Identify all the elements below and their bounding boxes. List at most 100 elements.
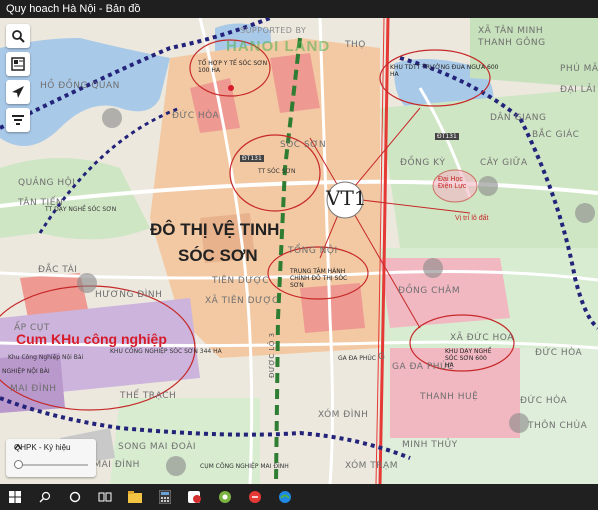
windows-taskbar	[0, 484, 598, 510]
filter-tool-button[interactable]	[6, 108, 30, 132]
label-mai-dinh: MAI ĐÌNH	[10, 384, 57, 394]
cortana-button[interactable]	[60, 484, 90, 510]
opacity-slider-handle[interactable]	[14, 460, 23, 469]
overlay-vt1: VT1	[326, 186, 367, 210]
poi-marker-3	[423, 258, 443, 278]
label-kcn-soc-son: KHU CÔNG NGHIỆP SÓC SƠN 344 HA	[110, 348, 222, 355]
edge-icon	[279, 491, 291, 503]
task-view-button[interactable]	[90, 484, 120, 510]
label-dan-giang: DÂN GIANG	[490, 113, 547, 123]
taskbar-search-button[interactable]	[30, 484, 60, 510]
label-dai-hoc-dien-luc: Đại Học Điện Lực	[438, 176, 467, 190]
label-nghiep-noi-bai: NGHIỆP NỘI BÀI	[2, 368, 50, 375]
overlay-soc-son: SÓC SƠN	[178, 246, 258, 265]
label-minh-thuy: MINH THỦY	[402, 440, 458, 450]
industrial-zone-dark	[0, 353, 65, 413]
label-duoc-lo-3: ĐƯỢC LỘ 3	[268, 332, 276, 378]
app-green-icon	[219, 491, 231, 503]
hanoi-land-watermark: HANOI LAND	[226, 38, 331, 55]
window-title: Quy hoach Hà Nội - Bản đồ	[6, 3, 141, 15]
label-dong-cham: ĐỒNG CHÂM	[398, 286, 461, 296]
map-canvas[interactable]: SUPPORTED BY HANOI LAND HỒ ĐỒNG QUAN ĐỨC…	[0, 18, 598, 484]
label-cay-giua: CÂY GIỮA	[480, 158, 528, 168]
label-thon-chua: THÔN CHÙA	[528, 421, 588, 431]
poi-marker-2	[478, 176, 498, 196]
label-tt-day-nghe: TT DẠY NGHỀ SÓC SƠN	[45, 206, 117, 213]
poi-marker-6	[509, 413, 529, 433]
start-button[interactable]	[0, 484, 30, 510]
label-road-dt131: ĐT131	[240, 155, 264, 162]
label-song-mai-doai: SONG MAI ĐOÀI	[118, 442, 197, 452]
label-the-trach: THẾ TRẠCH	[120, 391, 177, 401]
search-tool-button[interactable]	[6, 24, 30, 48]
label-xa-tien-duoc: XÃ TIÊN DƯỢC	[205, 296, 279, 306]
edge-button[interactable]	[270, 484, 300, 510]
label-khu-tdtt: KHU TDTT TRƯỜNG ĐUA NGỰA 600 HA	[390, 64, 499, 78]
window-title-bar: Quy hoach Hà Nội - Bản đồ	[0, 0, 598, 18]
windows-start-icon	[9, 491, 21, 503]
red-dot-marker	[228, 85, 234, 91]
layers-tool-button[interactable]	[6, 52, 30, 76]
label-soc-son: SÓC SƠN	[280, 140, 327, 150]
label-tong-noi: TỔNG NỘI	[288, 246, 338, 256]
app-green-button[interactable]	[210, 484, 240, 510]
calculator-button[interactable]	[150, 484, 180, 510]
task-view-icon	[98, 492, 112, 502]
label-khu-day-nghe: KHU DẠY NGHỀ SÓC SƠN 600 HA	[445, 348, 492, 369]
label-to-hop-y-te: TỔ HỢP Y TẾ SÓC SƠN 100 HA	[198, 60, 268, 74]
layers-icon	[11, 57, 25, 71]
poi-marker-5	[575, 203, 595, 223]
label-thanh-hue: THANH HUỆ	[420, 392, 479, 402]
label-kcn-noi-bai: Khu Công Nghiệp Nội Bài	[8, 354, 84, 361]
label-ga-g: G	[378, 352, 386, 362]
calculator-icon	[159, 490, 171, 504]
opacity-slider-track[interactable]	[14, 464, 88, 466]
label-vi-tri-lo-dat: Vị trí lô đất	[455, 215, 489, 222]
overlay-cum-khu-cong-nghiep: Cum KHu công nghiệp	[16, 331, 167, 347]
label-quang-hoi: QUẢNG HỘI	[18, 178, 76, 188]
legend-header[interactable]: QHPK - Ký hiệu	[14, 443, 70, 452]
label-duc-hoa-nw: ĐỨC HÒA	[172, 111, 220, 121]
overlay-do-thi-ve-tinh: ĐÔ THỊ VỆ TINH	[150, 220, 280, 239]
label-tho: THỌ	[345, 40, 366, 50]
label-bac-giac: BẮC GIÁC	[532, 130, 580, 140]
label-xa-tan-minh: XÃ TÂN MINH	[478, 26, 544, 36]
file-explorer-icon	[128, 491, 142, 503]
cortana-icon	[69, 491, 81, 503]
label-ga-da-phuc: GA ĐA PHÚC	[338, 355, 376, 362]
label-tt-soc-son: TT SÓC SƠN	[258, 168, 296, 175]
label-dong-ky: ĐỒNG KỲ	[400, 158, 446, 168]
app-red-icon	[188, 491, 201, 503]
app-red-circle-button[interactable]	[240, 484, 270, 510]
label-ho-dong-quan: HỒ ĐỒNG QUAN	[40, 81, 120, 91]
legend-panel[interactable]: QHPK - Ký hiệu	[6, 439, 96, 477]
app-red-circle-icon	[249, 491, 261, 503]
supported-by-label: SUPPORTED BY	[240, 26, 307, 35]
chevron-up-icon	[14, 443, 22, 450]
label-road-dt131-2: ĐT131	[435, 133, 459, 140]
label-xa-duc-hoa: XÃ ĐỨC HOÀ	[450, 333, 514, 343]
label-xom-dinh: XÓM ĐÌNH	[318, 410, 369, 420]
label-cum-cn-mai-dinh: CỤM CÔNG NGHIỆP MAI ĐÌNH	[200, 463, 289, 470]
label-duc-hoa-se: ĐỨC HÒA	[520, 396, 568, 406]
app-red-button[interactable]	[180, 484, 210, 510]
label-dai-lai-cac: ĐẠI LẢI CÁC	[560, 85, 598, 95]
poi-marker-4	[166, 456, 186, 476]
poi-marker-1	[102, 108, 122, 128]
green-zone-east	[380, 88, 598, 248]
label-phu-mau: PHÚ MÃ	[560, 64, 598, 74]
label-thanh-gong: THANH GÔNG	[478, 38, 546, 48]
poi-marker-7	[77, 273, 97, 293]
navigation-tool-button[interactable]	[6, 80, 30, 104]
filter-icon	[12, 115, 24, 125]
search-icon	[39, 491, 51, 503]
label-dac-tai: ĐẮC TÀI	[38, 265, 78, 275]
search-icon	[12, 30, 25, 43]
label-trung-tam: TRUNG TÂM HÀNH CHÍNH ĐÔ THỊ SÓC SƠN	[290, 268, 348, 289]
label-tien-duoc: TIÊN DƯỢC	[212, 276, 270, 286]
legend-label: QHPK - Ký hiệu	[14, 443, 71, 452]
file-explorer-button[interactable]	[120, 484, 150, 510]
label-huong-dinh: HƯƠNG ĐÌNH	[95, 290, 163, 300]
green-zone-sw	[110, 398, 260, 484]
label-xom-tram: XÓM TRẠM	[345, 461, 398, 471]
